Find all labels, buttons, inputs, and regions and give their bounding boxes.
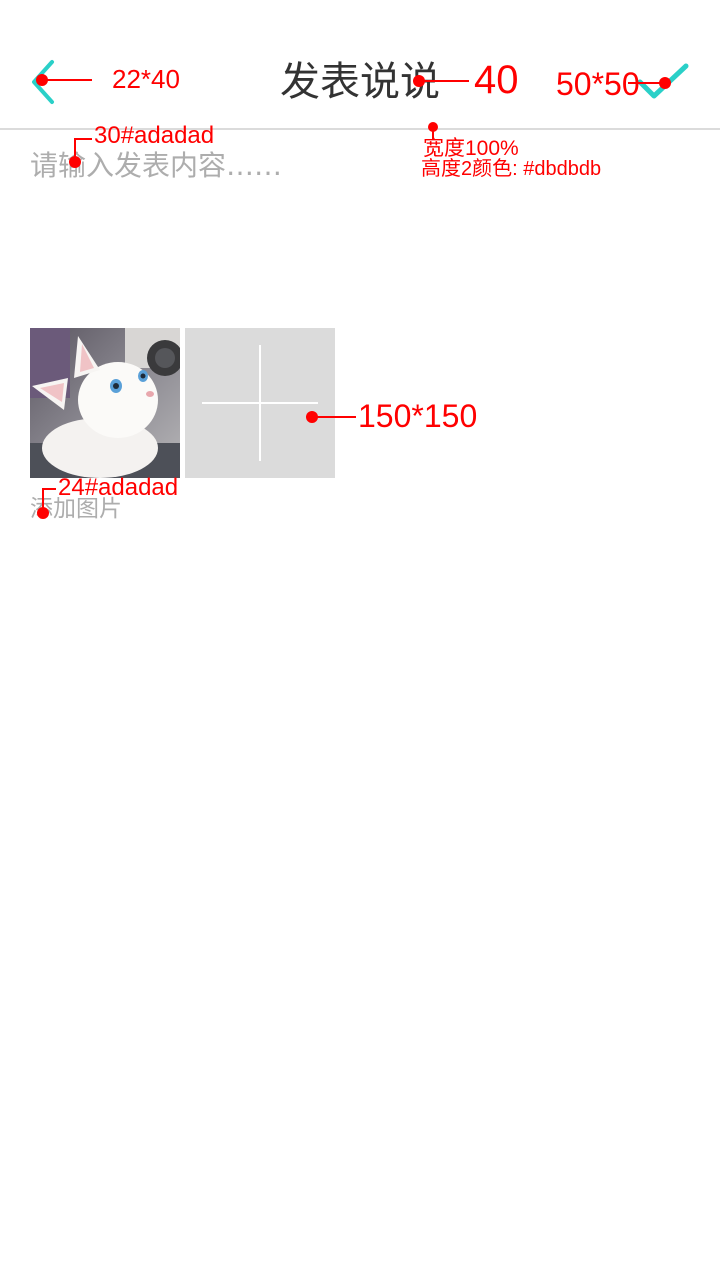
annotation-back-size: 22*40 — [112, 64, 180, 94]
annotation-title-size: 40 — [474, 58, 519, 102]
annotation-line — [42, 79, 92, 81]
photo-thumbnail[interactable] — [30, 328, 180, 478]
add-photo-button[interactable] — [185, 328, 335, 478]
annotation-divider-spec: 高度2颜色: #dbdbdb — [421, 158, 602, 180]
annotation-label-font: 24#adadad — [58, 474, 179, 501]
page-title: 发表说说 — [280, 59, 440, 105]
annotation-line — [74, 138, 92, 140]
annotation-line — [312, 416, 356, 418]
annotation-confirm-size: 50*50 — [556, 66, 640, 102]
kitten-photo — [30, 328, 180, 478]
annotation-line — [42, 488, 56, 490]
annotation-line — [42, 488, 44, 510]
annotation-input-font: 30#adadad — [94, 122, 215, 149]
annotation-line — [74, 138, 76, 160]
annotation-photo-size: 150*150 — [358, 398, 478, 434]
annotation-dot — [659, 77, 671, 89]
annotation-line — [419, 80, 469, 82]
